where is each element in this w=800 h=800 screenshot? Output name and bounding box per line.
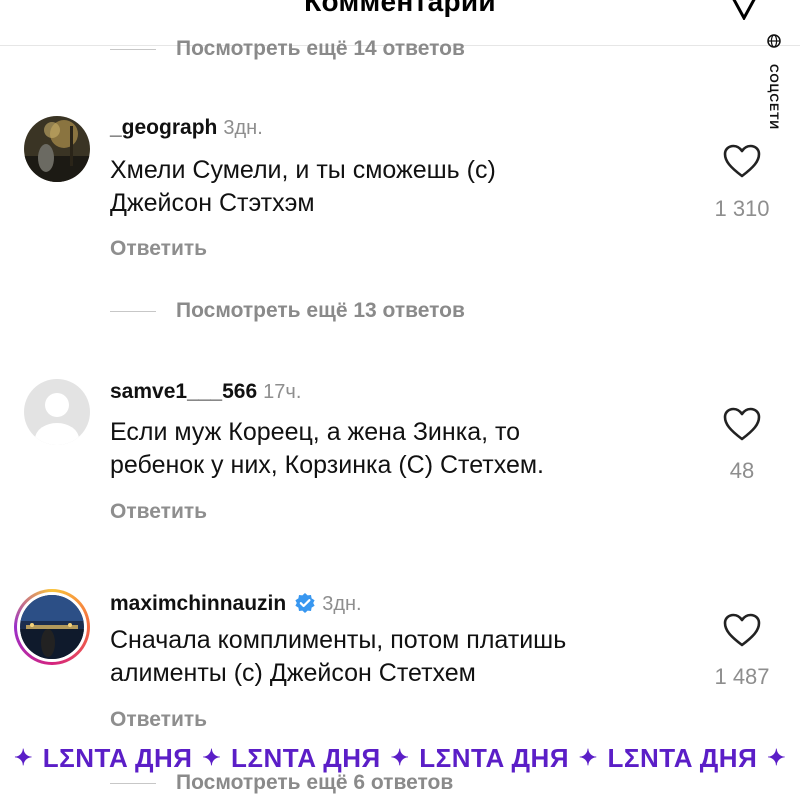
view-replies-label: Посмотреть ещё 14 ответов <box>176 37 465 60</box>
globe-icon <box>767 34 781 48</box>
comment-header: samve1___566 17ч. <box>110 380 301 404</box>
story-ring-gap <box>17 592 87 662</box>
comment-text: Если муж Кореец, а жена Зинка, то ребено… <box>110 416 680 482</box>
view-replies-label: Посмотреть ещё 6 ответов <box>176 771 454 794</box>
comment-line: Джейсон Стэтхэм <box>110 189 315 217</box>
reply-button[interactable]: Ответить <box>110 500 207 524</box>
watermark: СОЦСЕТИ <box>764 34 786 134</box>
star-icon: ✦ <box>578 745 598 770</box>
like-count: 1 310 <box>714 196 770 221</box>
view-replies-button[interactable]: Посмотреть ещё 14 ответов <box>110 34 465 64</box>
divider <box>110 310 156 312</box>
view-replies-button[interactable]: Посмотреть ещё 13 ответов <box>110 296 465 326</box>
comment-header: _geograph 3дн. <box>110 116 263 140</box>
timestamp: 3дн. <box>322 593 362 615</box>
avatar[interactable] <box>24 379 90 445</box>
lenta-banner: ✦ LΣNTA ДНЯ ✦ LΣNTA ДНЯ ✦ LΣNTA ДНЯ ✦ LΣ… <box>0 742 800 774</box>
comment-line: Если муж Кореец, а жена Зинка, то <box>110 418 521 446</box>
like-count: 1 487 <box>714 664 770 689</box>
heart-icon[interactable] <box>722 406 762 442</box>
banner-text: LΣNTA ДНЯ <box>419 742 569 773</box>
star-icon: ✦ <box>14 745 33 770</box>
star-icon: ✦ <box>202 745 222 770</box>
comment-text: Хмели Сумели, и ты сможешь (с) Джейсон С… <box>110 154 680 220</box>
avatar-photo <box>24 116 90 182</box>
divider <box>110 782 156 784</box>
timestamp: 17ч. <box>263 381 302 403</box>
avatar-photo <box>20 595 84 659</box>
username[interactable]: maximchinnauzin <box>110 592 286 616</box>
banner-text: LΣNTA ДНЯ <box>231 742 381 773</box>
star-icon: ✦ <box>390 745 410 770</box>
story-ring[interactable] <box>14 589 90 665</box>
comment-line: Хмели Сумели, и ты сможешь (с) <box>110 156 496 184</box>
comment-line: Сначала комплименты, потом платишь <box>110 626 567 654</box>
watermark-text: СОЦСЕТИ <box>767 63 781 131</box>
username[interactable]: _geograph <box>110 116 217 140</box>
username[interactable]: samve1___566 <box>110 380 257 404</box>
comment-header: maximchinnauzin 3дн. <box>110 588 362 616</box>
page-title: Комментарии <box>304 0 496 17</box>
reply-button[interactable]: Ответить <box>110 237 207 261</box>
heart-icon[interactable] <box>722 612 762 648</box>
send-icon[interactable] <box>730 0 758 20</box>
default-avatar-icon <box>24 379 90 445</box>
comment-line: алименты (с) Джейсон Стетхем <box>110 659 476 687</box>
verified-badge-icon <box>295 593 315 613</box>
reply-button[interactable]: Ответить <box>110 708 207 732</box>
timestamp: 3дн. <box>223 117 263 139</box>
banner-text: LΣNTA ДНЯ <box>607 742 758 773</box>
heart-icon[interactable] <box>722 143 762 179</box>
divider <box>110 48 156 50</box>
view-replies-label: Посмотреть ещё 13 ответов <box>176 299 465 322</box>
banner-text: LΣNTA ДНЯ <box>42 742 193 773</box>
star-icon: ✦ <box>767 745 786 770</box>
comment-line: ребенок у них, Корзинка (С) Стетхем. <box>110 451 544 479</box>
like-count: 48 <box>729 458 755 483</box>
avatar[interactable] <box>24 116 90 182</box>
comment-text: Сначала комплименты, потом платишь алиме… <box>110 624 680 690</box>
